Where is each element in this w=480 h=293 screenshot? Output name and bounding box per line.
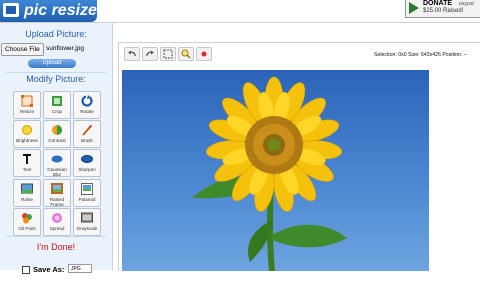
editor-panel: Selection: 0x0 Size: 643x426 Position: -… bbox=[118, 42, 480, 271]
tool-polaroid-button[interactable]: Polaroid bbox=[73, 179, 101, 207]
tool-label: Brightness bbox=[16, 138, 38, 143]
done-button[interactable]: I'm Done! bbox=[0, 242, 112, 252]
tool-brightness-button[interactable]: Brightness bbox=[13, 120, 41, 148]
tool-label: Text bbox=[22, 167, 32, 172]
delete-button[interactable] bbox=[196, 47, 212, 61]
redo-button[interactable] bbox=[142, 47, 158, 61]
tool-label: Resize bbox=[19, 109, 35, 114]
donate-label: DONATE bbox=[423, 0, 453, 7]
upload-button[interactable]: Upload bbox=[28, 59, 76, 68]
raise-icon bbox=[21, 183, 33, 194]
image-canvas[interactable] bbox=[122, 70, 429, 271]
resize-icon bbox=[21, 95, 33, 107]
tool-contrast-button[interactable]: Contrast bbox=[43, 120, 71, 148]
save-format-select[interactable]: JPG bbox=[68, 264, 92, 273]
tool-text-button[interactable]: Text bbox=[13, 149, 41, 177]
tool-crop-button[interactable]: Crop bbox=[43, 91, 71, 119]
tool-label: Brush bbox=[80, 138, 93, 143]
redo-icon bbox=[146, 50, 154, 57]
divider bbox=[6, 236, 106, 237]
tool-label: Polaroid bbox=[78, 197, 96, 202]
tool-label: Sharpen bbox=[78, 167, 96, 172]
upload-heading: Upload Picture: bbox=[25, 29, 87, 39]
logo-text: pic resize bbox=[24, 2, 97, 19]
undo-icon bbox=[128, 50, 136, 57]
donate-button[interactable]: DONATE $25.00 Raised! paypal bbox=[405, 0, 480, 18]
choose-file-button[interactable]: Choose File bbox=[1, 43, 44, 56]
polaroid-icon bbox=[81, 183, 93, 195]
zoom-icon bbox=[181, 49, 191, 59]
save-bar: Save As: JPG bbox=[0, 261, 112, 293]
tool-spread-button[interactable]: Spread bbox=[43, 208, 71, 236]
tool-label: Raise bbox=[21, 197, 33, 202]
logo-icon bbox=[3, 3, 19, 17]
logo[interactable]: pic resize bbox=[0, 0, 97, 22]
blur-icon bbox=[51, 155, 63, 163]
tool-label: Contrast bbox=[48, 138, 66, 143]
tool-label: Crop bbox=[52, 109, 62, 114]
tool-label: Gaussian Blur bbox=[47, 167, 67, 177]
tool-grayscale-button[interactable]: Grayscale bbox=[73, 208, 101, 236]
tool-oil-paint-button[interactable]: Oil Paint bbox=[13, 208, 41, 236]
brush-icon bbox=[82, 125, 92, 136]
sharpen-icon bbox=[81, 155, 93, 163]
spread-icon bbox=[52, 213, 62, 223]
sunflower-image bbox=[192, 76, 347, 271]
tool-label: Spread bbox=[49, 226, 65, 231]
play-icon bbox=[409, 2, 419, 14]
tool-label: Raised Frame bbox=[49, 197, 65, 207]
oil-paint-icon bbox=[22, 213, 32, 224]
tool-raised-frame-button[interactable]: Raised Frame bbox=[43, 179, 71, 207]
delete-icon bbox=[201, 51, 207, 57]
text-icon bbox=[23, 154, 31, 164]
zoom-button[interactable] bbox=[178, 47, 194, 61]
donate-amount: $25.00 Raised! bbox=[423, 8, 464, 14]
tool-brush-button[interactable]: Brush bbox=[73, 120, 101, 148]
tool-rotate-button[interactable]: Rotate bbox=[73, 91, 101, 119]
tool-resize-button[interactable]: Resize bbox=[13, 91, 41, 119]
modify-heading: Modify Picture: bbox=[26, 74, 86, 84]
divider bbox=[6, 72, 106, 73]
tool-blur-button[interactable]: Gaussian Blur bbox=[43, 149, 71, 177]
save-checkbox[interactable] bbox=[22, 266, 30, 274]
crop-icon bbox=[52, 96, 62, 106]
sidebar: Upload Picture: Choose File sunflower.jp… bbox=[0, 23, 113, 274]
rotate-icon bbox=[81, 95, 93, 107]
raised-frame-icon bbox=[51, 183, 63, 194]
status-text: Selection: 0x0 Size: 643x426 Position: -… bbox=[374, 52, 468, 58]
select-icon bbox=[163, 49, 173, 59]
brightness-icon bbox=[22, 125, 32, 135]
tool-sharpen-button[interactable]: Sharpen bbox=[73, 149, 101, 177]
tool-raise-button[interactable]: Raise bbox=[13, 179, 41, 207]
grayscale-icon bbox=[81, 212, 93, 223]
tool-label: Oil Paint bbox=[18, 226, 36, 231]
file-name: sunflower.jpg bbox=[46, 45, 84, 52]
tool-label: Grayscale bbox=[76, 226, 98, 231]
select-button[interactable] bbox=[160, 47, 176, 61]
donate-extra: paypal bbox=[459, 1, 474, 7]
contrast-icon bbox=[52, 125, 62, 135]
top-bar: pic resize DONATE $25.00 Raised! paypal bbox=[0, 0, 480, 23]
undo-button[interactable] bbox=[124, 47, 140, 61]
tool-label: Rotate bbox=[80, 109, 94, 114]
